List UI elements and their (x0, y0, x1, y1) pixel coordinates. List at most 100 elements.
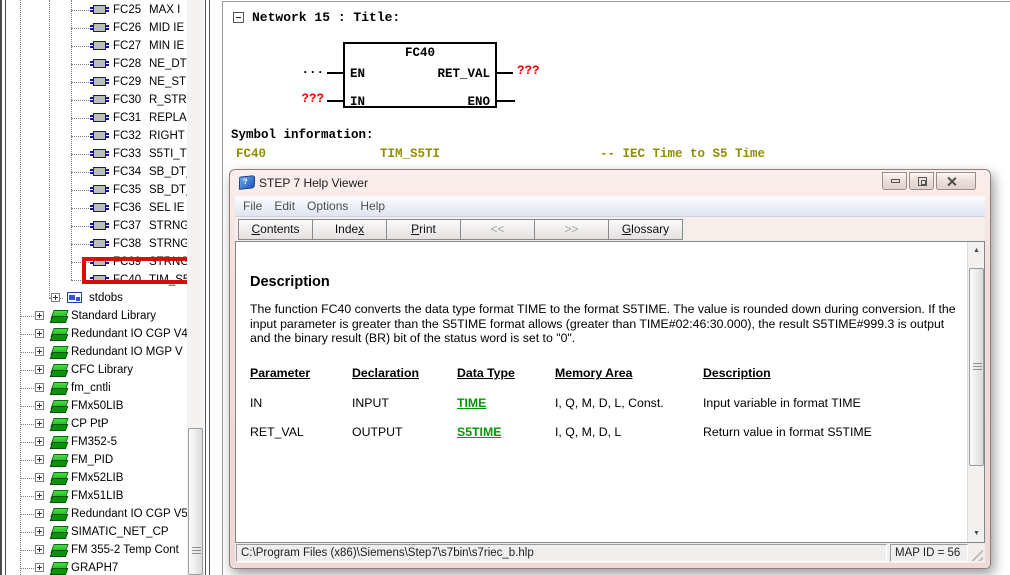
tree-item-fc34[interactable]: FC34SB_DT_ (7, 163, 187, 181)
menu-options[interactable]: Options (301, 196, 354, 216)
menu-file[interactable]: File (237, 196, 268, 216)
tree-item-stdobs[interactable]: stdobs (7, 289, 187, 307)
tree-item-cp-ptp[interactable]: CP PtP (7, 415, 187, 433)
description-heading: Description (250, 274, 330, 290)
in-operand[interactable]: ??? (298, 92, 324, 106)
block-id: FC25 (113, 1, 141, 19)
fc40-block[interactable]: FC40 EN IN RET_VAL ENO (343, 42, 497, 108)
expand-icon[interactable] (35, 365, 44, 374)
block-symbol: SB_DT_ (149, 163, 187, 181)
tree-item-fc27[interactable]: FC27MIN IE (7, 37, 187, 55)
toolbar-button-glossary[interactable]: Glossary (608, 219, 683, 240)
tree-item-fmx50lib[interactable]: FMx50LIB (7, 397, 187, 415)
tree-item-cfc-library[interactable]: CFC Library (7, 361, 187, 379)
button-label: Inde (335, 222, 358, 236)
expand-icon[interactable] (35, 383, 44, 392)
declaration-cell: OUTPUT (352, 425, 457, 454)
expand-icon[interactable] (35, 473, 44, 482)
minimize-button[interactable] (882, 172, 907, 190)
menu-help[interactable]: Help (354, 196, 391, 216)
tree-item-fm-pid[interactable]: FM_PID (7, 451, 187, 469)
expand-icon[interactable] (35, 509, 44, 518)
column-header: Parameter (250, 366, 352, 396)
toolbar-button-index[interactable]: Index (312, 219, 387, 240)
tree-item-graph7[interactable]: GRAPH7 (7, 559, 187, 575)
tree-connector (71, 82, 91, 83)
expand-icon[interactable] (35, 563, 44, 572)
statusbar: C:\Program Files (x86)\Siemens\Step7\s7b… (235, 543, 985, 563)
content-scrollbar-thumb[interactable] (969, 268, 984, 466)
tree-item-label: Redundant IO MGP V (71, 343, 183, 361)
expand-icon[interactable] (35, 491, 44, 500)
tree-item-label: FMx51LIB (71, 487, 123, 505)
tree-item-fm352-5[interactable]: FM352-5 (7, 433, 187, 451)
tree-item-redundant-io-mgp-v[interactable]: Redundant IO MGP V (7, 343, 187, 361)
data-type-link[interactable]: TIME (457, 396, 486, 410)
scroll-down-icon[interactable]: ▼ (968, 525, 985, 542)
block-library-tree: FC25MAX I FC26MID IE FC27MIN IE FC28NE_D… (7, 0, 187, 575)
tree-scrollbar-thumb[interactable] (188, 428, 203, 575)
tree-item-fmx51lib[interactable]: FMx51LIB (7, 487, 187, 505)
tree-item-fc29[interactable]: FC29NE_STR (7, 73, 187, 91)
tree-item-fc25[interactable]: FC25MAX I (7, 1, 187, 19)
tree-connector (20, 406, 34, 407)
maximize-button[interactable] (909, 172, 934, 190)
expand-icon[interactable] (35, 419, 44, 428)
toolbar-button-forward[interactable]: >> (534, 219, 609, 240)
block-id: FC30 (113, 91, 141, 109)
expand-icon[interactable] (51, 293, 60, 302)
expand-icon[interactable] (35, 401, 44, 410)
eno-wire (497, 100, 515, 102)
panel-splitter[interactable] (205, 0, 206, 575)
tree-item-fc32[interactable]: FC32RIGHT (7, 127, 187, 145)
ret-val-operand[interactable]: ??? (517, 64, 540, 78)
tree-item-fc31[interactable]: FC31REPLAC (7, 109, 187, 127)
network-collapse-icon[interactable] (233, 12, 244, 23)
symbol-name: TIM_S5TI (380, 147, 440, 161)
content-scrollbar[interactable]: ▲ ▼ (967, 242, 984, 542)
expand-icon[interactable] (35, 311, 44, 320)
tree-connector (20, 568, 34, 569)
tree-connector (71, 208, 91, 209)
expand-icon[interactable] (35, 329, 44, 338)
tree-item-fc30[interactable]: FC30R_STRN (7, 91, 187, 109)
window-titlebar[interactable]: STEP 7 Help Viewer (230, 170, 990, 196)
toolbar-button-back[interactable]: << (460, 219, 535, 240)
tree-scrollbar[interactable] (187, 0, 204, 575)
expand-icon[interactable] (35, 527, 44, 536)
close-button[interactable] (936, 172, 976, 190)
toolbar-button-contents[interactable]: Contents (238, 219, 313, 240)
block-id: FC28 (113, 55, 141, 73)
tree-item-fc28[interactable]: FC28NE_DT (7, 55, 187, 73)
function-block-icon (93, 113, 106, 122)
tree-item-redundant-io-cgp-v4[interactable]: Redundant IO CGP V4 (7, 325, 187, 343)
scroll-up-icon[interactable]: ▲ (968, 242, 985, 259)
expand-icon[interactable] (35, 437, 44, 446)
expand-icon[interactable] (35, 455, 44, 464)
expand-icon[interactable] (35, 545, 44, 554)
tree-item-standard-library[interactable]: Standard Library (7, 307, 187, 325)
library-book-icon (51, 435, 67, 448)
tree-item-simatic-net-cp[interactable]: SIMATIC_NET_CP (7, 523, 187, 541)
tree-item-redundant-io-cgp-v5[interactable]: Redundant IO CGP V5 (7, 505, 187, 523)
tree-item-fm-cntli[interactable]: fm_cntli (7, 379, 187, 397)
data-type-link[interactable]: S5TIME (457, 425, 501, 439)
en-operand[interactable]: ... (300, 63, 324, 77)
toolbar-button-print[interactable]: Print (386, 219, 461, 240)
tree-item-fc26[interactable]: FC26MID IE (7, 19, 187, 37)
tree-item-label: Redundant IO CGP V5 (71, 505, 187, 523)
resize-grip[interactable] (970, 548, 983, 561)
tree-item-fc35[interactable]: FC35SB_DT_ (7, 181, 187, 199)
tree-item-fc33[interactable]: FC33S5TI_TI (7, 145, 187, 163)
expand-icon[interactable] (35, 347, 44, 356)
declaration-cell: INPUT (352, 396, 457, 425)
statusbar-map-id: MAP ID = 56 (890, 544, 968, 562)
block-folder-icon (67, 292, 82, 303)
tree-item-fc37[interactable]: FC37STRNG_ (7, 217, 187, 235)
tree-item-fmx52lib[interactable]: FMx52LIB (7, 469, 187, 487)
function-block-icon (93, 167, 106, 176)
tree-item-fc36[interactable]: FC36SEL IE (7, 199, 187, 217)
tree-item-fm355-2-temp[interactable]: FM 355-2 Temp Cont (7, 541, 187, 559)
menu-edit[interactable]: Edit (268, 196, 301, 216)
tree-item-fc38[interactable]: FC38STRNG_ (7, 235, 187, 253)
